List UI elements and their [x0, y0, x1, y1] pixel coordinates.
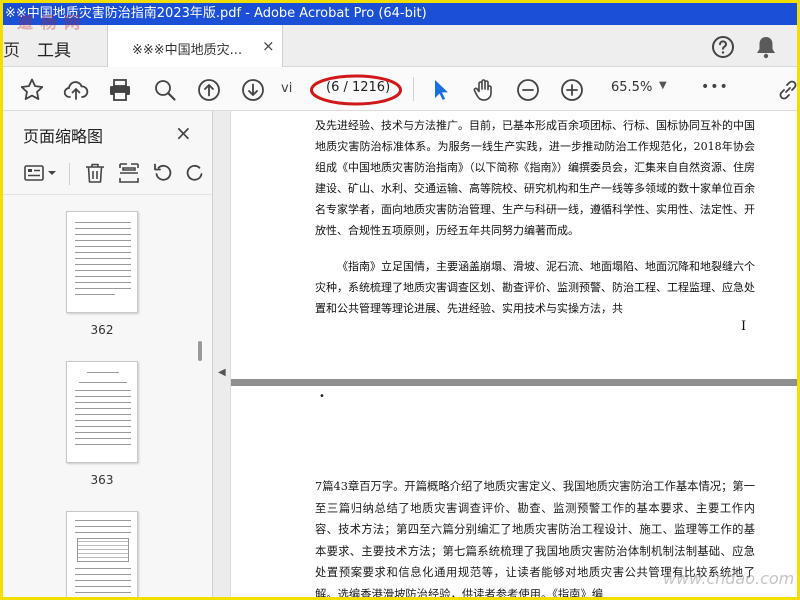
extract-pages-icon[interactable]	[117, 161, 141, 185]
rotate-left-icon[interactable]	[151, 161, 175, 185]
rotate-right-icon[interactable]	[183, 161, 207, 185]
annotation-ellipse	[310, 74, 402, 106]
page-number-input[interactable]: vi	[281, 80, 309, 98]
thumbnail-label: 362	[90, 323, 114, 337]
previous-page-icon[interactable]	[196, 77, 222, 103]
menu-tools[interactable]: 工具	[37, 36, 71, 61]
chevron-down-icon[interactable]: ▼	[659, 80, 667, 91]
hand-tool-icon[interactable]	[471, 77, 497, 103]
delete-icon[interactable]	[83, 161, 107, 185]
link-icon[interactable]	[775, 77, 800, 103]
close-tab-icon[interactable]: ×	[262, 37, 275, 55]
toolbar: vi (6 / 1216) 65.5% ▼ •••	[3, 67, 797, 111]
bell-icon[interactable]	[755, 35, 777, 59]
help-icon[interactable]	[711, 35, 735, 59]
panel-title: 页面缩略图	[23, 127, 104, 146]
zoom-out-icon[interactable]	[515, 77, 541, 103]
panel-splitter[interactable]: ◀	[213, 111, 231, 597]
print-icon[interactable]	[107, 77, 133, 103]
zoom-in-icon[interactable]	[559, 77, 585, 103]
menu-home[interactable]: 页	[3, 36, 20, 61]
document-tab[interactable]: ※※※中国地质灾... ×	[107, 25, 283, 68]
watermark-logo: 道 杨 网	[17, 13, 82, 32]
window-frame: ※※中国地质灾害防治指南2023年版.pdf - Adobe Acrobat P…	[0, 0, 800, 600]
document-tab-label: ※※※中国地质灾...	[132, 43, 243, 58]
zoom-level-select[interactable]: 65.5%	[611, 80, 652, 95]
page-thumbnail[interactable]	[66, 511, 138, 597]
panel-toolbar	[3, 151, 211, 195]
window-title: ※※中国地质灾害防治指南2023年版.pdf - Adobe Acrobat P…	[3, 3, 797, 25]
bookmark-star-icon[interactable]	[19, 77, 45, 103]
panel-toolbar-separator	[69, 163, 70, 185]
next-page-icon[interactable]	[240, 77, 266, 103]
zoom-magnifier-icon[interactable]	[152, 77, 178, 103]
close-panel-icon[interactable]: ×	[175, 121, 192, 145]
page-number: I	[741, 319, 747, 334]
select-cursor-icon[interactable]	[427, 77, 453, 103]
page-thumbnail[interactable]	[66, 211, 138, 313]
collapse-panel-icon[interactable]: ◀	[218, 367, 226, 378]
options-menu-icon[interactable]	[23, 161, 59, 185]
page-mark: •	[319, 391, 325, 402]
page-thumbnail[interactable]	[66, 361, 138, 463]
panel-scrollbar-thumb[interactable]	[198, 341, 202, 361]
page-separator	[231, 379, 797, 386]
document-paragraph: 《指南》立足国情，主要涵盖崩塌、滑坡、泥石流、地面塌陷、地面沉降和地裂缝六个灾种…	[315, 260, 755, 315]
panel-scrollbar[interactable]	[196, 201, 204, 593]
menu-bar: 页 工具 ※※※中国地质灾... ×	[3, 25, 797, 68]
toolbar-separator	[413, 77, 414, 101]
thumbnail-panel: 页面缩略图 × 362 363	[3, 111, 213, 597]
cloud-upload-icon[interactable]	[63, 77, 89, 103]
watermark-url: www.cndao.com	[663, 569, 795, 588]
document-view[interactable]: 及先进经验、技术与方法推广。目前，已基本形成百余项团标、行标、国标协同互补的中国…	[231, 111, 797, 597]
more-tools-icon[interactable]: •••	[701, 79, 729, 95]
thumbnail-label: 363	[90, 473, 114, 487]
